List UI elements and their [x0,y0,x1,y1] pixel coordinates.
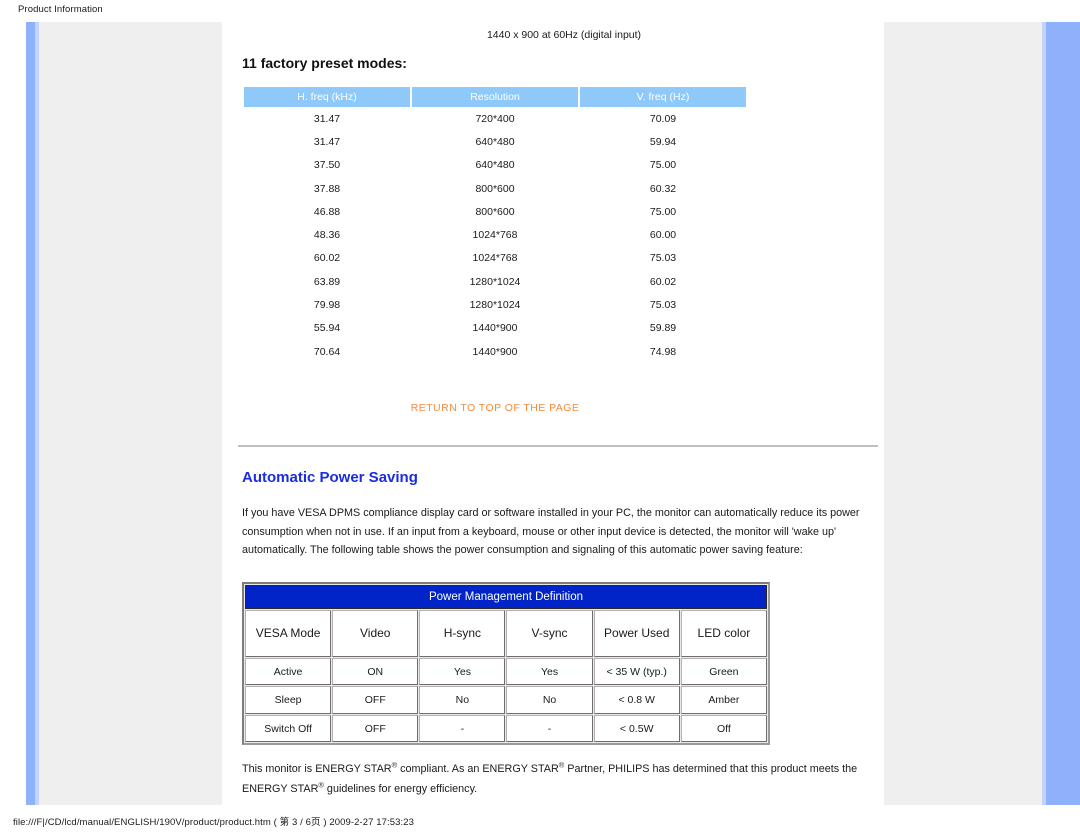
print-footer-path: file:///F|/CD/lcd/manual/ENGLISH/190V/pr… [13,817,415,828]
cell-resolution: 1024*768 [472,252,518,265]
cell-h-freq: 37.88 [313,182,341,195]
pm-cell-video: ON [332,657,419,686]
cell-h-freq: 70.64 [313,345,341,358]
cell-v-freq: 75.00 [649,159,677,172]
energy-star-line1-a: This monitor is ENERGY STAR [242,763,392,776]
pm-col-v-sync: V-sync [506,609,593,657]
cell-resolution: 800*600 [475,205,515,218]
table-row: 63.89 1280*1024 60.02 [244,270,746,293]
preset-col-v-freq: V. freq (Hz) [580,87,746,107]
table-row: 60.02 1024*768 75.03 [244,247,746,270]
table-row: 55.94 1440*900 59.89 [244,317,746,340]
pm-cell-v-sync: No [506,686,593,714]
table-row: 37.88 800*600 60.32 [244,177,746,200]
cell-v-freq: 74.98 [649,345,677,358]
cell-resolution: 1024*768 [472,229,518,242]
pm-col-h-sync: H-sync [419,609,506,657]
cell-resolution: 640*480 [475,159,515,172]
preset-table-body: 31.47 720*400 70.09 31.47 640*480 59.94 37.5… [244,107,746,363]
cell-h-freq: 46.88 [313,205,341,218]
pm-cell-v-sync: - [506,714,593,743]
table-row: 70.64 1440*900 74.98 [244,340,746,363]
cell-resolution: 1440*900 [472,322,518,335]
cell-h-freq: 55.94 [313,322,341,335]
pm-cell-led-color: Green [680,657,767,686]
cell-h-freq: 37.50 [313,159,341,172]
table-row: 31.47 720*400 70.09 [244,107,746,130]
energy-star-line1-b: compliant. As an ENERGY STAR [397,763,559,776]
cell-resolution: 1280*1024 [469,299,521,312]
cell-resolution: 720*400 [475,112,515,125]
pm-cell-video: OFF [332,714,419,743]
cell-resolution: 1440*900 [472,345,518,358]
energy-star-line2-b: guidelines for energy efficiency. [323,783,478,796]
cell-h-freq: 60.02 [313,252,341,265]
print-header-title: Product Information [18,4,103,15]
section-divider [238,445,878,448]
decorative-left-panel [26,22,222,805]
pm-cell-vesa-mode: Switch Off [245,714,332,743]
table-row: Sleep OFF No No < 0.8 W Amber [245,686,767,714]
table-row: 37.50 640*480 75.00 [244,154,746,177]
cell-h-freq: 63.89 [313,275,341,288]
cell-resolution: 800*600 [475,182,515,195]
pm-cell-vesa-mode: Active [245,657,332,686]
pm-col-led-color: LED color [680,609,767,657]
pm-header-row: VESA Mode Video H-sync V-sync Power Used… [245,609,767,657]
preset-header-row: H. freq (kHz) Resolution V. freq (Hz) [244,87,746,107]
pm-col-power-used: Power Used [593,609,680,657]
cell-h-freq: 31.47 [313,135,341,148]
cell-v-freq: 75.03 [649,252,677,265]
preset-col-resolution: Resolution [412,87,578,107]
main-content: 1440 x 900 at 60Hz (digital input) 11 fa… [238,22,878,800]
table-row: Switch Off OFF - - < 0.5W Off [245,714,767,743]
cell-v-freq: 60.02 [649,275,677,288]
pm-col-vesa-mode: VESA Mode [245,609,332,657]
resolution-note: 1440 x 900 at 60Hz (digital input) [486,29,642,41]
decorative-right-panel [884,22,1080,805]
preset-col-h-freq: H. freq (kHz) [244,87,410,107]
pm-cell-h-sync: Yes [419,657,506,686]
table-row: 46.88 800*600 75.00 [244,200,746,223]
cell-v-freq: 59.89 [649,322,677,335]
pm-cell-v-sync: Yes [506,657,593,686]
cell-v-freq: 70.09 [649,112,677,125]
cell-v-freq: 60.00 [649,229,677,242]
energy-star-note: This monitor is ENERGY STAR® compliant. … [242,760,876,800]
cell-resolution: 1280*1024 [469,275,521,288]
table-row: Active ON Yes Yes < 35 W (typ.) Green [245,657,767,686]
decorative-right-rail [1042,22,1080,805]
power-management-table: Power Management Definition VESA Mode Vi… [242,581,770,746]
pm-cell-h-sync: - [419,714,506,743]
document-page: Product Information 1440 x 900 at 60Hz (… [0,0,1080,834]
cell-resolution: 640*480 [475,135,515,148]
energy-star-line1-c: Partner, PHILIPS has determined that thi… [564,763,768,776]
preset-modes-heading: 11 factory preset modes: [242,55,407,71]
cell-h-freq: 79.98 [313,299,341,312]
cell-v-freq: 60.32 [649,182,677,195]
cell-v-freq: 59.94 [649,135,677,148]
pm-cell-power-used: < 0.8 W [593,686,680,714]
power-saving-paragraph: If you have VESA DPMS compliance display… [242,507,860,557]
page-title: Automatic Power Saving [242,469,418,487]
pm-cell-h-sync: No [419,686,506,714]
pm-col-video: Video [332,609,419,657]
cell-h-freq: 31.47 [313,112,341,125]
pm-cell-power-used: < 0.5W [593,714,680,743]
table-row: 79.98 1280*1024 75.03 [244,293,746,316]
pm-cell-power-used: < 35 W (typ.) [593,657,680,686]
cell-v-freq: 75.00 [649,205,677,218]
table-row: 31.47 640*480 59.94 [244,130,746,153]
pm-cell-vesa-mode: Sleep [245,686,332,714]
pm-cell-led-color: Off [680,714,767,743]
pm-cell-video: OFF [332,686,419,714]
cell-h-freq: 48.36 [313,229,341,242]
cell-v-freq: 75.03 [649,299,677,312]
pm-cell-led-color: Amber [680,686,767,714]
return-to-top-link[interactable]: RETURN TO TOP OF THE PAGE [242,402,748,414]
pm-title-row: Power Management Definition [245,584,767,609]
factory-preset-table: H. freq (kHz) Resolution V. freq (Hz) 31… [242,87,748,363]
table-row: 48.36 1024*768 60.00 [244,223,746,246]
pm-table-title: Power Management Definition [245,584,767,609]
